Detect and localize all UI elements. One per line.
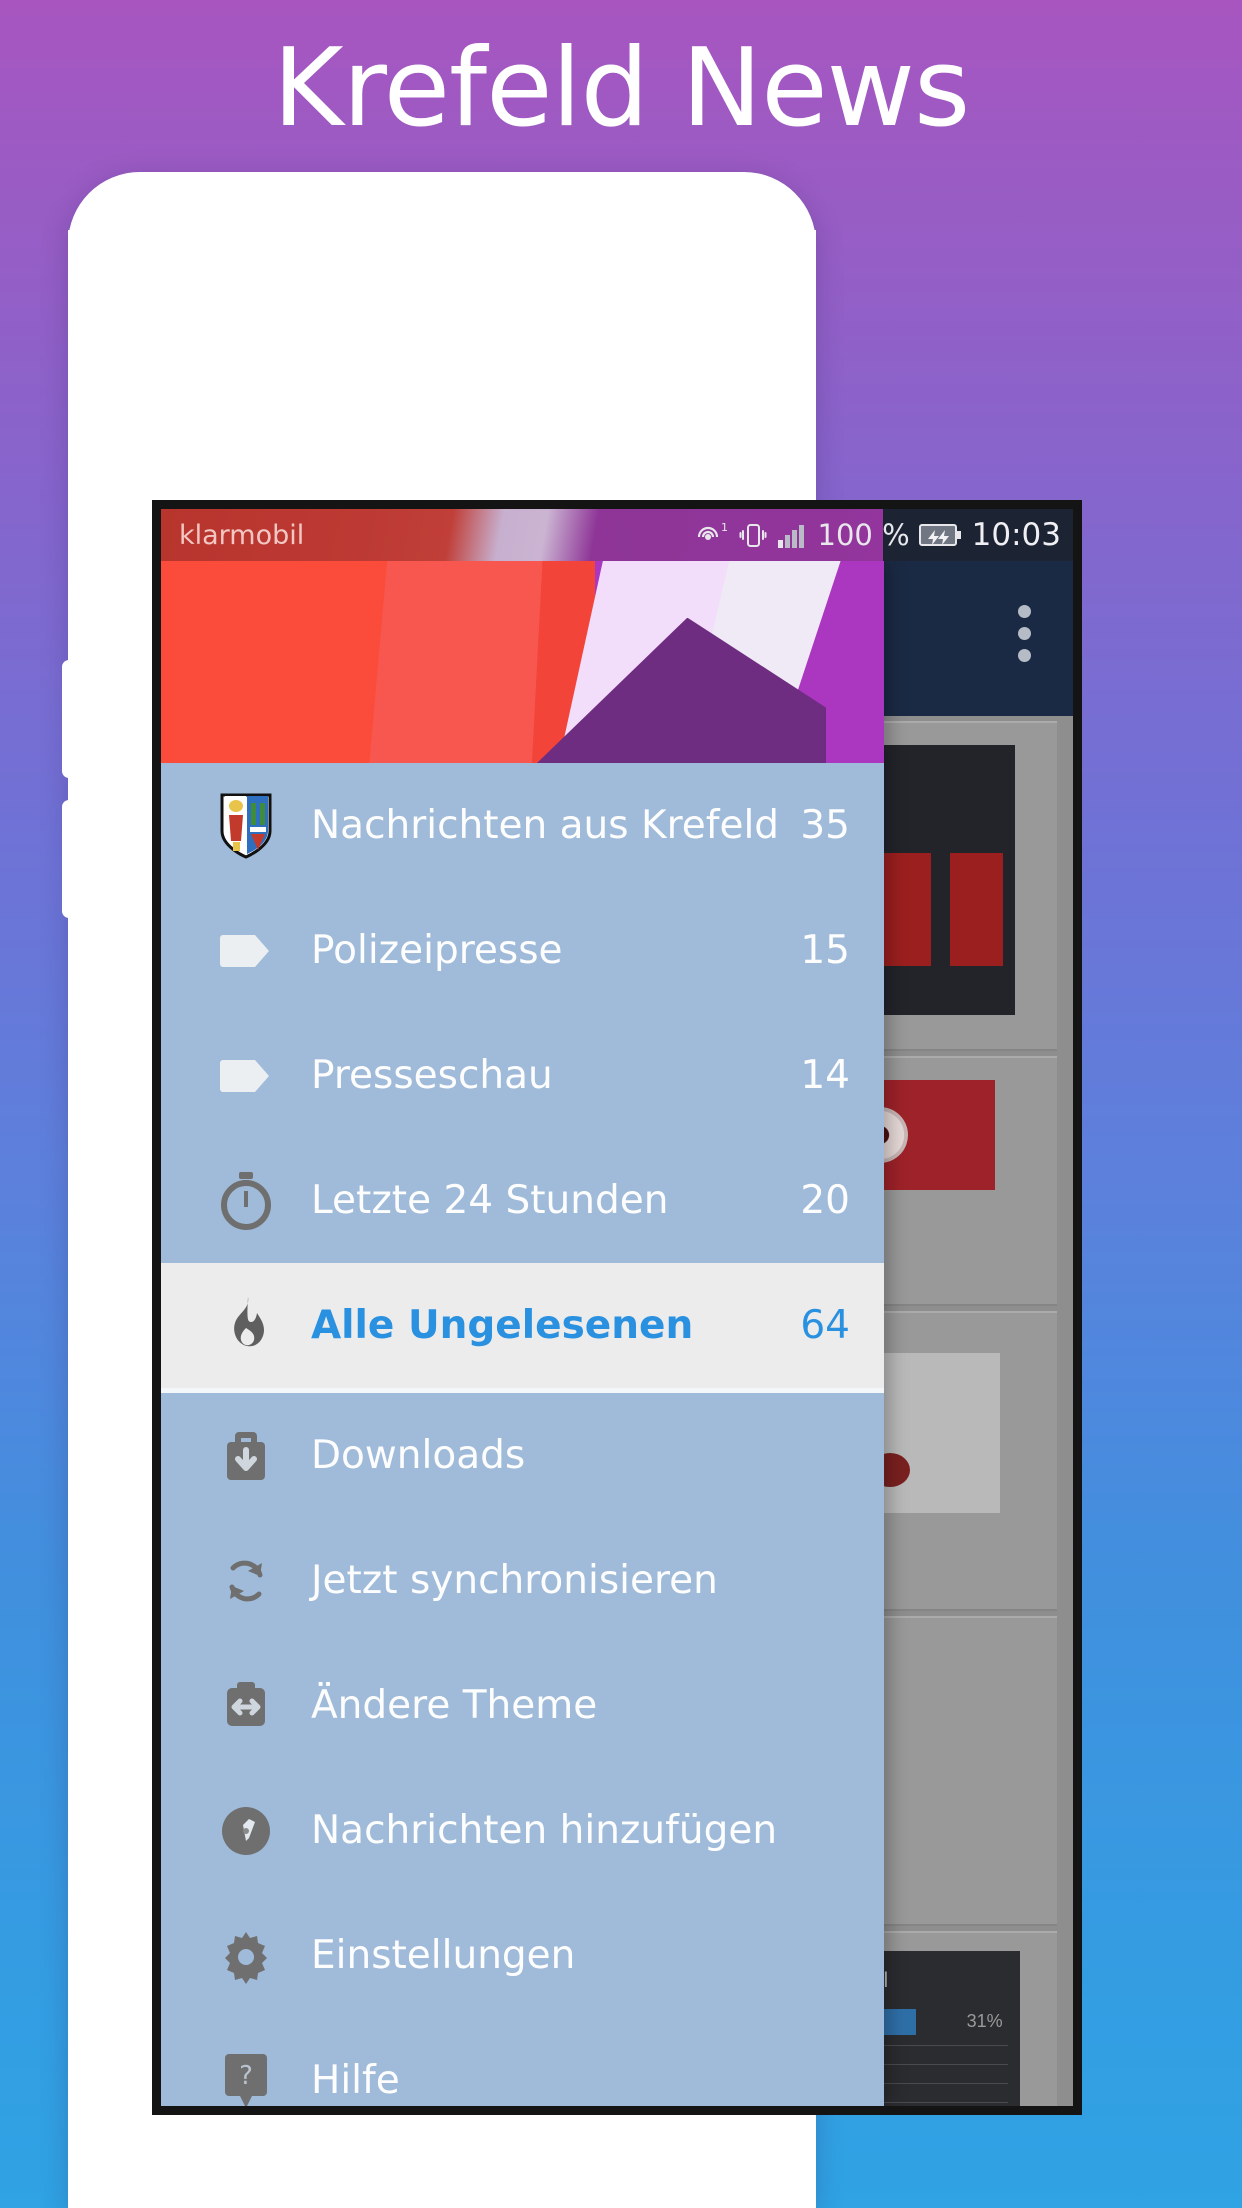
drawer-item-count: 14: [800, 1053, 850, 1098]
drawer-item-hilfe[interactable]: ? Hilfe: [161, 2018, 884, 2106]
survey-card-percent: 31%: [966, 2011, 1003, 2032]
drawer-header-image: [161, 561, 884, 763]
drawer-item-letzte-24-stunden[interactable]: Letzte 24 Stunden 20: [161, 1138, 884, 1263]
vibrate-icon: [738, 520, 768, 550]
drawer-item-label: Polizeipresse: [311, 928, 563, 973]
krefeld-crest-icon: [203, 793, 289, 859]
tag-icon: [203, 929, 289, 973]
drawer-item-nachrichten-hinzufuegen[interactable]: Nachrichten hinzufügen: [161, 1768, 884, 1893]
notification-badge-count: 1: [721, 521, 728, 534]
drawer-item-nachrichten-aus-krefeld[interactable]: Nachrichten aus Krefeld 35: [161, 763, 884, 888]
sync-icon: [203, 1553, 289, 1609]
carrier-label: klarmobil: [179, 519, 305, 551]
wifi-calling-icon: 1: [695, 520, 729, 550]
help-icon: ?: [203, 2050, 289, 2106]
battery-charging-icon: [918, 522, 963, 548]
drawer-item-label: Nachrichten hinzufügen: [311, 1808, 778, 1853]
phone-screen: s bn)wen asned.: [152, 500, 1082, 2115]
drawer-item-label: Einstellungen: [311, 1933, 576, 1978]
flame-icon: [203, 1296, 289, 1356]
clock-label: 10:03: [971, 517, 1061, 553]
phone-side-button-left-1: [62, 660, 76, 778]
drawer-feed-list: Nachrichten aus Krefeld 35 Polizeipresse…: [161, 763, 884, 2106]
gear-icon: [203, 1928, 289, 1984]
drawer-item-label: Ändere Theme: [311, 1683, 598, 1728]
drawer-item-label: Presseschau: [311, 1053, 553, 1098]
drawer-item-label: Hilfe: [311, 2058, 400, 2103]
drawer-item-polizeipresse[interactable]: Polizeipresse 15: [161, 888, 884, 1013]
status-bar: klarmobil 1 100 % 10:03: [161, 509, 1073, 561]
drawer-item-label: Jetzt synchronisieren: [311, 1558, 718, 1603]
battery-percent-label: 100 %: [817, 518, 910, 552]
drawer-item-count: 64: [800, 1303, 850, 1348]
drawer-item-jetzt-synchronisieren[interactable]: Jetzt synchronisieren: [161, 1518, 884, 1643]
drawer-item-presseschau[interactable]: Presseschau 14: [161, 1013, 884, 1138]
overflow-menu-icon[interactable]: [1018, 605, 1031, 662]
download-briefcase-icon: [203, 1428, 289, 1484]
drawer-item-label: Letzte 24 Stunden: [311, 1178, 669, 1223]
navigation-drawer: Nachrichten aus Krefeld 35 Polizeipresse…: [161, 561, 884, 2106]
svg-text:?: ?: [239, 2061, 253, 2091]
drawer-item-count: 15: [800, 928, 850, 973]
swap-theme-icon: [203, 1679, 289, 1733]
tag-icon: [203, 1054, 289, 1098]
drawer-item-einstellungen[interactable]: Einstellungen: [161, 1893, 884, 2018]
drawer-item-label: Alle Ungelesenen: [311, 1303, 694, 1348]
drawer-item-count: 20: [800, 1178, 850, 1223]
drawer-item-label: Downloads: [311, 1433, 526, 1478]
stopwatch-icon: [203, 1171, 289, 1231]
compass-icon: [203, 1804, 289, 1858]
drawer-item-downloads[interactable]: Downloads: [161, 1393, 884, 1518]
signal-bars-icon: [777, 521, 809, 549]
phone-side-button-left-2: [62, 800, 76, 918]
drawer-item-label: Nachrichten aus Krefeld: [311, 803, 780, 848]
page-title: Krefeld News: [272, 26, 971, 151]
drawer-item-alle-ungelesenen[interactable]: Alle Ungelesenen 64: [161, 1263, 884, 1388]
drawer-item-aendere-theme[interactable]: Ändere Theme: [161, 1643, 884, 1768]
drawer-item-count: 35: [800, 803, 850, 848]
